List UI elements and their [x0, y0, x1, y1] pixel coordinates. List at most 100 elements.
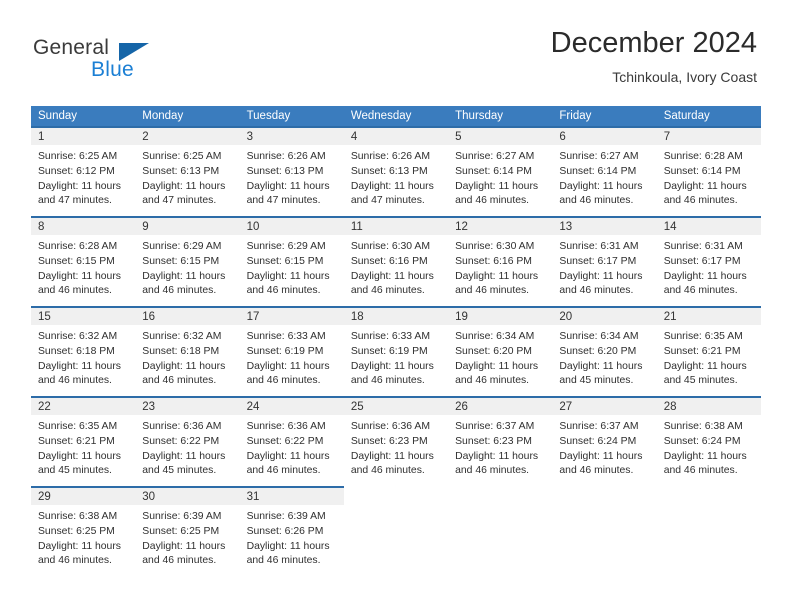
day-number: 28 [656, 398, 761, 415]
day-cell[interactable]: 3 Sunrise: 6:26 AM Sunset: 6:13 PM Daylight… [239, 126, 344, 216]
day-cell[interactable]: 21 Sunrise: 6:35 AM Sunset: 6:21 PM Dayligh… [656, 306, 761, 396]
day-cell[interactable]: 16 Sunrise: 6:32 AM Sunset: 6:18 PM Dayligh… [135, 306, 240, 396]
sunset-text: Sunset: 6:24 PM [559, 435, 637, 447]
sunset-text: Sunset: 6:21 PM [663, 345, 741, 357]
sunset-text: Sunset: 6:14 PM [663, 165, 741, 177]
daylight-text: Daylight: 11 hours and 46 minutes. [455, 450, 539, 477]
day-cell[interactable]: 15 Sunrise: 6:32 AM Sunset: 6:18 PM Dayligh… [31, 306, 136, 396]
day-cell[interactable]: 1 Sunrise: 6:25 AM Sunset: 6:12 PM Daylight… [31, 126, 136, 216]
daylight-text: Daylight: 11 hours and 46 minutes. [142, 270, 226, 297]
day-cell[interactable]: 17 Sunrise: 6:33 AM Sunset: 6:19 PM Dayligh… [239, 306, 344, 396]
daylight-text: Daylight: 11 hours and 45 minutes. [142, 450, 226, 477]
sunrise-sunset-calendar: Sunday Monday Tuesday Wednesday Thursday Frid… [31, 106, 761, 576]
day-cell-empty [344, 486, 448, 576]
day-cell-inner: 29 Sunrise: 6:38 AM Sunset: 6:25 PM Dayligh… [31, 486, 136, 576]
sunset-text: Sunset: 6:17 PM [559, 255, 637, 267]
calendar-week-row: 8 Sunrise: 6:28 AM Sunset: 6:15 PM Daylight… [31, 216, 761, 306]
day-info: Sunrise: 6:32 AM Sunset: 6:18 PM Daylight:… [135, 325, 239, 389]
day-cell[interactable]: 7 Sunrise: 6:28 AM Sunset: 6:14 PM Daylight… [656, 126, 761, 216]
day-number: 30 [135, 488, 240, 505]
day-cell[interactable]: 18 Sunrise: 6:33 AM Sunset: 6:19 PM Dayligh… [343, 306, 449, 396]
day-cell-inner: 27 Sunrise: 6:37 AM Sunset: 6:24 PM Dayligh… [552, 396, 657, 486]
day-cell[interactable]: 12 Sunrise: 6:30 AM Sunset: 6:16 PM Dayligh… [448, 216, 553, 306]
daylight-text: Daylight: 11 hours and 46 minutes. [38, 360, 121, 387]
day-cell-inner: 30 Sunrise: 6:39 AM Sunset: 6:25 PM Dayligh… [135, 486, 240, 576]
sunset-text: Sunset: 6:21 PM [38, 435, 115, 447]
day-cell[interactable]: 2 Sunrise: 6:25 AM Sunset: 6:13 PM Daylight… [135, 126, 240, 216]
daylight-text: Daylight: 11 hours and 46 minutes. [350, 450, 434, 477]
sunset-text: Sunset: 6:25 PM [142, 525, 220, 537]
day-cell-inner: 6 Sunrise: 6:27 AM Sunset: 6:14 PM Daylight… [552, 126, 657, 216]
daylight-text: Daylight: 11 hours and 46 minutes. [246, 450, 330, 477]
day-cell[interactable]: 5 Sunrise: 6:27 AM Sunset: 6:14 PM Daylight… [448, 126, 553, 216]
brand-name-blue: Blue [91, 58, 134, 81]
day-cell[interactable]: 20 Sunrise: 6:34 AM Sunset: 6:20 PM Dayligh… [552, 306, 657, 396]
sunrise-text: Sunrise: 6:38 AM [38, 511, 118, 522]
sunrise-text: Sunrise: 6:30 AM [350, 241, 430, 252]
sunrise-text: Sunrise: 6:33 AM [350, 331, 430, 342]
day-number: 9 [135, 218, 240, 235]
day-number: 3 [239, 128, 344, 145]
sunset-text: Sunset: 6:24 PM [663, 435, 741, 447]
sunrise-text: Sunrise: 6:36 AM [350, 421, 430, 432]
day-info: Sunrise: 6:30 AM Sunset: 6:16 PM Daylight:… [448, 235, 552, 299]
calendar-page: General Blue December 2024 Tchinkoula, I… [0, 0, 792, 612]
day-info: Sunrise: 6:25 AM Sunset: 6:12 PM Daylight:… [31, 145, 135, 209]
sunset-text: Sunset: 6:18 PM [38, 345, 115, 357]
day-number: 4 [343, 128, 449, 145]
daylight-text: Daylight: 11 hours and 45 minutes. [38, 450, 121, 477]
day-cell[interactable]: 26 Sunrise: 6:37 AM Sunset: 6:23 PM Dayligh… [448, 396, 553, 486]
day-cell-inner: 31 Sunrise: 6:39 AM Sunset: 6:26 PM Dayligh… [239, 486, 344, 576]
day-cell[interactable]: 9 Sunrise: 6:29 AM Sunset: 6:15 PM Daylight… [135, 216, 240, 306]
sunset-text: Sunset: 6:20 PM [559, 345, 637, 357]
day-cell[interactable]: 19 Sunrise: 6:34 AM Sunset: 6:20 PM Dayligh… [448, 306, 553, 396]
day-info: Sunrise: 6:36 AM Sunset: 6:22 PM Daylight:… [240, 415, 344, 479]
daylight-text: Daylight: 11 hours and 45 minutes. [559, 360, 643, 387]
day-info: Sunrise: 6:31 AM Sunset: 6:17 PM Daylight:… [552, 235, 656, 299]
day-cell[interactable]: 30 Sunrise: 6:39 AM Sunset: 6:25 PM Dayligh… [135, 486, 240, 576]
brand-logo[interactable]: General Blue [33, 36, 263, 88]
day-cell[interactable]: 31 Sunrise: 6:39 AM Sunset: 6:26 PM Dayligh… [239, 486, 344, 576]
day-cell[interactable]: 22 Sunrise: 6:35 AM Sunset: 6:21 PM Dayligh… [31, 396, 136, 486]
daylight-text: Daylight: 11 hours and 46 minutes. [246, 360, 330, 387]
daylight-text: Daylight: 11 hours and 47 minutes. [142, 180, 226, 207]
sunrise-text: Sunrise: 6:35 AM [663, 331, 743, 342]
sunset-text: Sunset: 6:14 PM [559, 165, 637, 177]
day-cell[interactable]: 28 Sunrise: 6:38 AM Sunset: 6:24 PM Dayligh… [656, 396, 761, 486]
day-cell[interactable]: 6 Sunrise: 6:27 AM Sunset: 6:14 PM Daylight… [552, 126, 657, 216]
sunset-text: Sunset: 6:23 PM [350, 435, 428, 447]
day-cell-inner: 10 Sunrise: 6:29 AM Sunset: 6:15 PM Dayligh… [239, 216, 344, 306]
day-cell-inner: 26 Sunrise: 6:37 AM Sunset: 6:23 PM Dayligh… [448, 396, 553, 486]
day-cell[interactable]: 4 Sunrise: 6:26 AM Sunset: 6:13 PM Daylight… [343, 126, 449, 216]
day-cell[interactable]: 13 Sunrise: 6:31 AM Sunset: 6:17 PM Dayligh… [552, 216, 657, 306]
day-cell[interactable]: 23 Sunrise: 6:36 AM Sunset: 6:22 PM Dayligh… [135, 396, 240, 486]
day-cell[interactable]: 8 Sunrise: 6:28 AM Sunset: 6:15 PM Daylight… [31, 216, 136, 306]
day-cell[interactable]: 24 Sunrise: 6:36 AM Sunset: 6:22 PM Dayligh… [239, 396, 344, 486]
day-info: Sunrise: 6:32 AM Sunset: 6:18 PM Daylight:… [31, 325, 135, 389]
day-number: 6 [552, 128, 657, 145]
sunset-text: Sunset: 6:15 PM [246, 255, 324, 267]
sunset-text: Sunset: 6:12 PM [38, 165, 115, 177]
day-info: Sunrise: 6:37 AM Sunset: 6:23 PM Daylight:… [448, 415, 552, 479]
day-cell[interactable]: 14 Sunrise: 6:31 AM Sunset: 6:17 PM Dayligh… [656, 216, 761, 306]
day-cell[interactable]: 11 Sunrise: 6:30 AM Sunset: 6:16 PM Dayligh… [343, 216, 449, 306]
day-cell-inner: 8 Sunrise: 6:28 AM Sunset: 6:15 PM Daylight… [31, 216, 136, 306]
day-cell[interactable]: 25 Sunrise: 6:36 AM Sunset: 6:23 PM Dayligh… [343, 396, 449, 486]
daylight-text: Daylight: 11 hours and 46 minutes. [455, 180, 539, 207]
day-number: 19 [448, 308, 553, 325]
day-cell[interactable]: 29 Sunrise: 6:38 AM Sunset: 6:25 PM Dayligh… [31, 486, 136, 576]
day-cell-inner: 11 Sunrise: 6:30 AM Sunset: 6:16 PM Dayligh… [343, 216, 449, 306]
daylight-text: Daylight: 11 hours and 46 minutes. [559, 180, 643, 207]
sunset-text: Sunset: 6:13 PM [350, 165, 428, 177]
day-info: Sunrise: 6:30 AM Sunset: 6:16 PM Daylight:… [344, 235, 448, 299]
day-cell[interactable]: 27 Sunrise: 6:37 AM Sunset: 6:24 PM Dayligh… [552, 396, 657, 486]
sunset-text: Sunset: 6:13 PM [142, 165, 220, 177]
empty-placeholder [657, 486, 761, 576]
calendar-week-row: 1 Sunrise: 6:25 AM Sunset: 6:12 PM Daylight… [31, 126, 761, 216]
day-cell-empty [657, 486, 761, 576]
day-cell-inner: 7 Sunrise: 6:28 AM Sunset: 6:14 PM Daylight… [656, 126, 761, 216]
day-number: 21 [656, 308, 761, 325]
daylight-text: Daylight: 11 hours and 46 minutes. [350, 270, 434, 297]
day-number: 31 [239, 488, 344, 505]
day-cell[interactable]: 10 Sunrise: 6:29 AM Sunset: 6:15 PM Dayligh… [239, 216, 344, 306]
